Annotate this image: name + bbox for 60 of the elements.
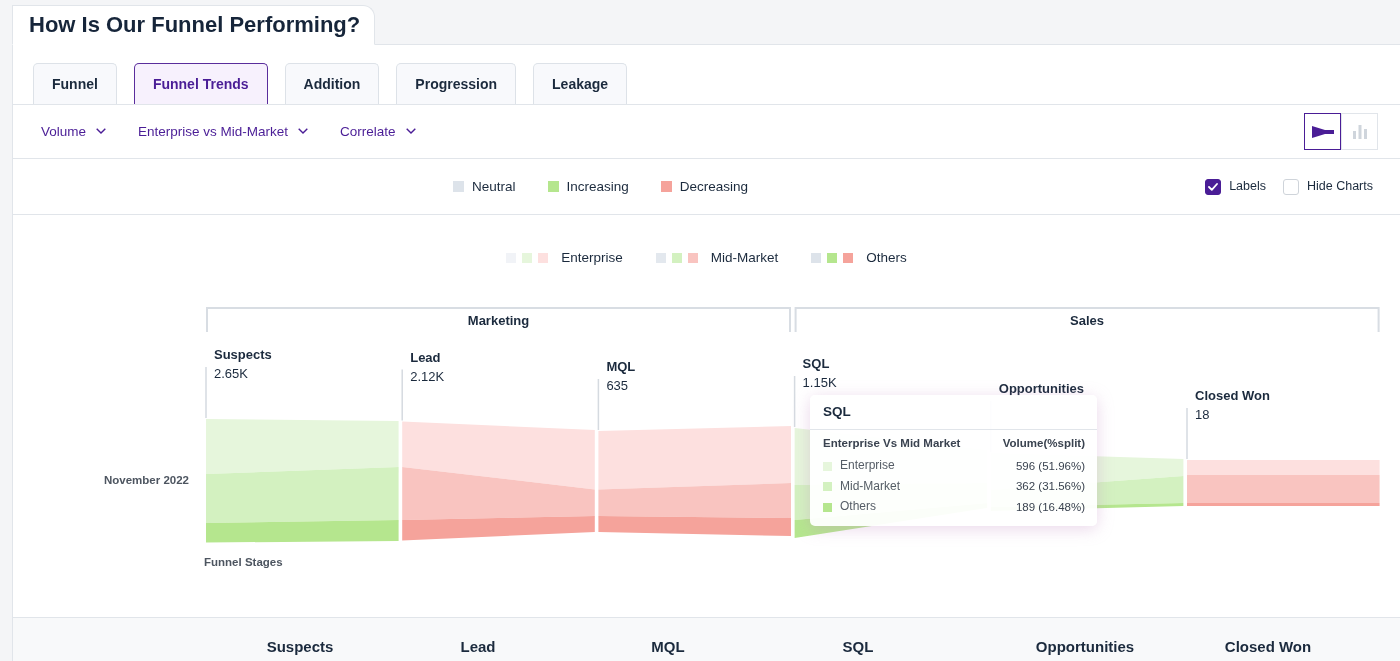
chevron-down-icon — [96, 128, 107, 135]
stage-name: SQL — [802, 356, 830, 371]
tab[interactable]: Leakage — [533, 63, 628, 104]
stage-value: 635 — [606, 378, 629, 393]
checkbox-label: Hide Charts — [1307, 178, 1373, 195]
tooltip-column-header: Volume(%split) — [1002, 436, 1085, 451]
column-header: Closed Won — [1224, 638, 1312, 656]
column-header: SQL — [842, 638, 874, 656]
column-header: Lead — [460, 638, 496, 656]
stage-leader-line — [205, 366, 207, 419]
legend-label: Mid-Market — [710, 249, 779, 267]
funnel-view-button[interactable] — [1304, 113, 1341, 150]
series-label: Mid-Market — [840, 478, 901, 495]
stage-value: 18 — [1195, 407, 1210, 422]
tab[interactable]: Funnel — [33, 63, 117, 104]
column-header: MQL — [651, 638, 685, 656]
stage-leader-line — [793, 375, 796, 428]
stage-name: MQL — [606, 359, 636, 374]
stage-value: 2.65K — [214, 366, 248, 381]
series-label: Enterprise — [840, 458, 896, 475]
column-header: Opportunities — [1035, 638, 1135, 656]
stage-leader-line — [1186, 407, 1188, 460]
stage-name: Lead — [410, 349, 441, 365]
tab[interactable]: Progression — [396, 63, 517, 104]
bar-chart-icon — [1352, 124, 1367, 139]
funnel-icon — [1311, 125, 1334, 138]
column-header: Suspects — [266, 638, 334, 656]
filter-dropdown[interactable]: Correlate — [340, 122, 416, 141]
series-value: 596 (51.96%) — [1015, 458, 1085, 474]
group-label: Sales — [1070, 313, 1105, 328]
filter-dropdown[interactable]: Volume — [41, 122, 107, 141]
chevron-down-icon — [405, 128, 416, 135]
legend-label: Neutral — [472, 177, 516, 196]
group-label: Marketing — [467, 313, 530, 328]
stage-name: Closed Won — [1195, 388, 1270, 403]
check-icon — [1208, 182, 1219, 191]
stage-leader-line — [597, 378, 600, 431]
checkbox-label: Labels — [1229, 178, 1266, 195]
tooltip-column-header: Enterprise Vs Mid Market — [823, 436, 961, 451]
tab[interactable]: Funnel Trends — [133, 63, 268, 104]
filter-dropdown[interactable]: Enterprise vs Mid-Market — [138, 122, 309, 141]
row-label: November 2022 — [103, 474, 189, 486]
series-label: Others — [840, 499, 877, 516]
tooltip-title: SQL — [823, 403, 851, 421]
legend-label: Decreasing — [679, 177, 749, 196]
series-value: 189 (16.48%) — [1015, 499, 1085, 515]
legend-label: Others — [866, 249, 907, 267]
chevron-down-icon — [298, 128, 309, 135]
page-title: How Is Our Funnel Performing? — [12, 5, 376, 45]
legend-label: Enterprise — [561, 249, 623, 267]
legend-label: Increasing — [566, 177, 629, 196]
stage-name: Opportunities — [998, 381, 1084, 396]
stage-value: 2.12K — [410, 368, 445, 384]
stage-leader-line — [401, 368, 403, 422]
checkbox[interactable] — [1205, 178, 1222, 195]
stage-name: Suspects — [214, 347, 272, 362]
series-value: 362 (31.56%) — [1015, 479, 1085, 495]
axis-label: Funnel Stages — [204, 556, 283, 568]
tab[interactable]: Addition — [284, 63, 380, 104]
stage-value: 1.15K — [802, 375, 837, 390]
